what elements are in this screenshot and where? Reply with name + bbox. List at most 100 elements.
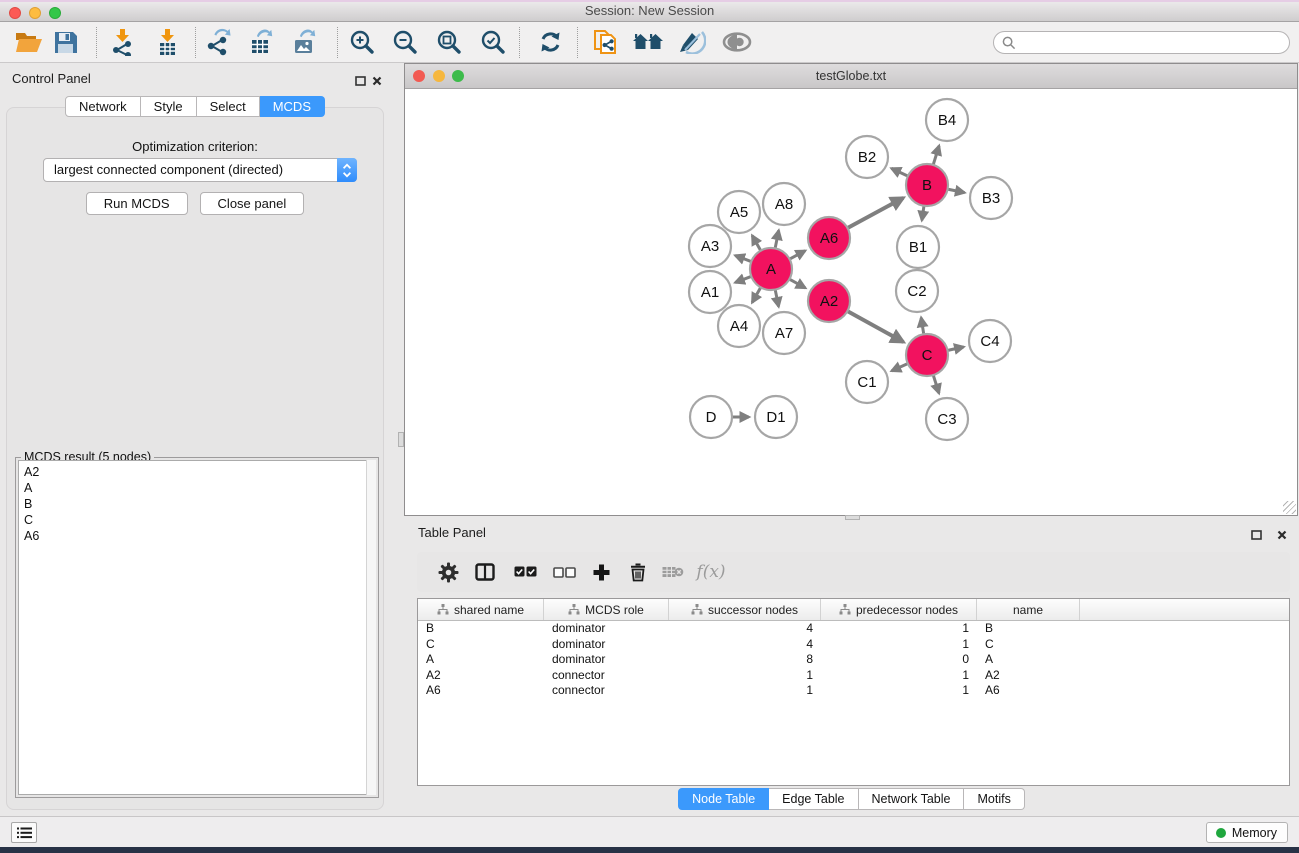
result-item-b[interactable]: B [24, 496, 375, 512]
tab-edge-table[interactable]: Edge Table [769, 788, 858, 810]
maximize-window-button[interactable] [49, 7, 61, 19]
table-row-a2[interactable]: A2connector11A2 [418, 668, 1289, 684]
home-button[interactable] [630, 25, 666, 59]
edge-A2-C[interactable] [846, 310, 904, 342]
cell-shared-name[interactable]: B [418, 621, 544, 637]
cell-predecessor-nodes[interactable]: 1 [821, 637, 977, 653]
tab-node-table[interactable]: Node Table [678, 788, 769, 810]
result-item-a6[interactable]: A6 [24, 528, 375, 544]
window-resize-grip[interactable] [1283, 501, 1296, 514]
cell-predecessor-nodes[interactable]: 0 [821, 652, 977, 668]
column-header-successor-nodes[interactable]: successor nodes [669, 599, 821, 620]
tab-network[interactable]: Network [65, 96, 141, 117]
splitter-handle-vertical[interactable] [398, 432, 404, 447]
result-item-a2[interactable]: A2 [24, 464, 375, 480]
table-row-a[interactable]: Adominator80A [418, 652, 1289, 668]
tab-motifs[interactable]: Motifs [964, 788, 1024, 810]
memory-button[interactable]: Memory [1206, 822, 1288, 843]
function-builder-button[interactable]: f(x) [691, 552, 731, 592]
add-row-button[interactable] [586, 552, 616, 592]
run-mcds-button[interactable]: Run MCDS [86, 192, 188, 215]
export-image-button[interactable] [287, 25, 323, 59]
cell-mcds-role[interactable]: dominator [544, 621, 669, 637]
close-panel-icon[interactable] [372, 73, 382, 91]
cell-shared-name[interactable]: C [418, 637, 544, 653]
graphics-details-button[interactable] [719, 25, 755, 59]
table-row-a6[interactable]: A6connector11A6 [418, 683, 1289, 699]
cell-successor-nodes[interactable]: 4 [669, 637, 821, 653]
close-window-button[interactable] [9, 7, 21, 19]
tab-network-table[interactable]: Network Table [859, 788, 965, 810]
result-item-a[interactable]: A [24, 480, 375, 496]
table-row-c[interactable]: Cdominator41C [418, 637, 1289, 653]
annotation-visibility-button[interactable] [674, 25, 710, 59]
cell-mcds-role[interactable]: connector [544, 668, 669, 684]
tab-mcds[interactable]: MCDS [260, 96, 325, 117]
edge-C-C3[interactable] [933, 373, 939, 393]
close-table-panel-icon[interactable] [1277, 527, 1287, 545]
edge-A6-B[interactable] [846, 198, 904, 229]
network-canvas[interactable]: AA1A2A3A4A5A6A7A8BB1B2B3B4CC1C2C3C4DD1 [405, 89, 1297, 515]
show-columns-button[interactable] [470, 552, 500, 592]
close-panel-button[interactable]: Close panel [200, 192, 305, 215]
export-table-button[interactable] [244, 25, 280, 59]
zoom-out-button[interactable] [387, 25, 423, 59]
column-header-mcds-role[interactable]: MCDS role [544, 599, 669, 620]
float-table-panel-icon[interactable] [1251, 527, 1262, 545]
import-table-button[interactable] [149, 25, 185, 59]
delete-row-button[interactable] [623, 552, 653, 592]
cell-predecessor-nodes[interactable]: 1 [821, 683, 977, 699]
zoom-fit-button[interactable] [431, 25, 467, 59]
cell-name[interactable]: A6 [977, 683, 1080, 699]
table-options-button[interactable] [433, 552, 463, 592]
save-icon [54, 31, 77, 54]
tab-select[interactable]: Select [197, 96, 260, 117]
network-close-button[interactable] [413, 70, 425, 82]
refresh-button[interactable] [532, 25, 568, 59]
open-folder-icon [15, 31, 42, 53]
open-session-button[interactable] [10, 25, 46, 59]
criterion-dropdown[interactable]: largest connected component (directed) [43, 158, 357, 182]
minimize-window-button[interactable] [29, 7, 41, 19]
result-scrollbar[interactable] [366, 460, 376, 795]
search-input[interactable] [993, 31, 1290, 54]
cell-successor-nodes[interactable]: 1 [669, 683, 821, 699]
table-row-b[interactable]: Bdominator41B [418, 621, 1289, 637]
network-minimize-button[interactable] [433, 70, 445, 82]
result-item-c[interactable]: C [24, 512, 375, 528]
mcds-result-list[interactable]: A2ABCA6 [18, 460, 376, 795]
cell-mcds-role[interactable]: dominator [544, 652, 669, 668]
zoom-selected-button[interactable] [475, 25, 511, 59]
network-maximize-button[interactable] [452, 70, 464, 82]
cell-predecessor-nodes[interactable]: 1 [821, 621, 977, 637]
cell-mcds-role[interactable]: connector [544, 683, 669, 699]
import-network-button[interactable] [104, 25, 140, 59]
select-all-button[interactable] [510, 552, 540, 592]
tab-style[interactable]: Style [141, 96, 197, 117]
save-session-button[interactable] [47, 25, 83, 59]
cell-name[interactable]: A2 [977, 668, 1080, 684]
export-network-icon [205, 28, 233, 56]
delete-table-button[interactable] [658, 552, 688, 592]
cell-predecessor-nodes[interactable]: 1 [821, 668, 977, 684]
cell-successor-nodes[interactable]: 8 [669, 652, 821, 668]
cell-name[interactable]: C [977, 637, 1080, 653]
cell-successor-nodes[interactable]: 4 [669, 621, 821, 637]
column-header-name[interactable]: name [977, 599, 1080, 620]
cell-shared-name[interactable]: A2 [418, 668, 544, 684]
export-network-button[interactable] [201, 25, 237, 59]
float-panel-icon[interactable] [355, 73, 366, 91]
copy-network-button[interactable] [588, 25, 624, 59]
cell-name[interactable]: B [977, 621, 1080, 637]
deselect-all-button[interactable] [549, 552, 579, 592]
cell-shared-name[interactable]: A [418, 652, 544, 668]
cell-name[interactable]: A [977, 652, 1080, 668]
column-header-predecessor-nodes[interactable]: predecessor nodes [821, 599, 977, 620]
cell-successor-nodes[interactable]: 1 [669, 668, 821, 684]
show-hide-panels-button[interactable] [11, 822, 37, 843]
zoom-in-button[interactable] [344, 25, 380, 59]
cell-mcds-role[interactable]: dominator [544, 637, 669, 653]
cell-shared-name[interactable]: A6 [418, 683, 544, 699]
column-header-shared-name[interactable]: shared name [418, 599, 544, 620]
edge-B-B4[interactable] [933, 146, 939, 167]
